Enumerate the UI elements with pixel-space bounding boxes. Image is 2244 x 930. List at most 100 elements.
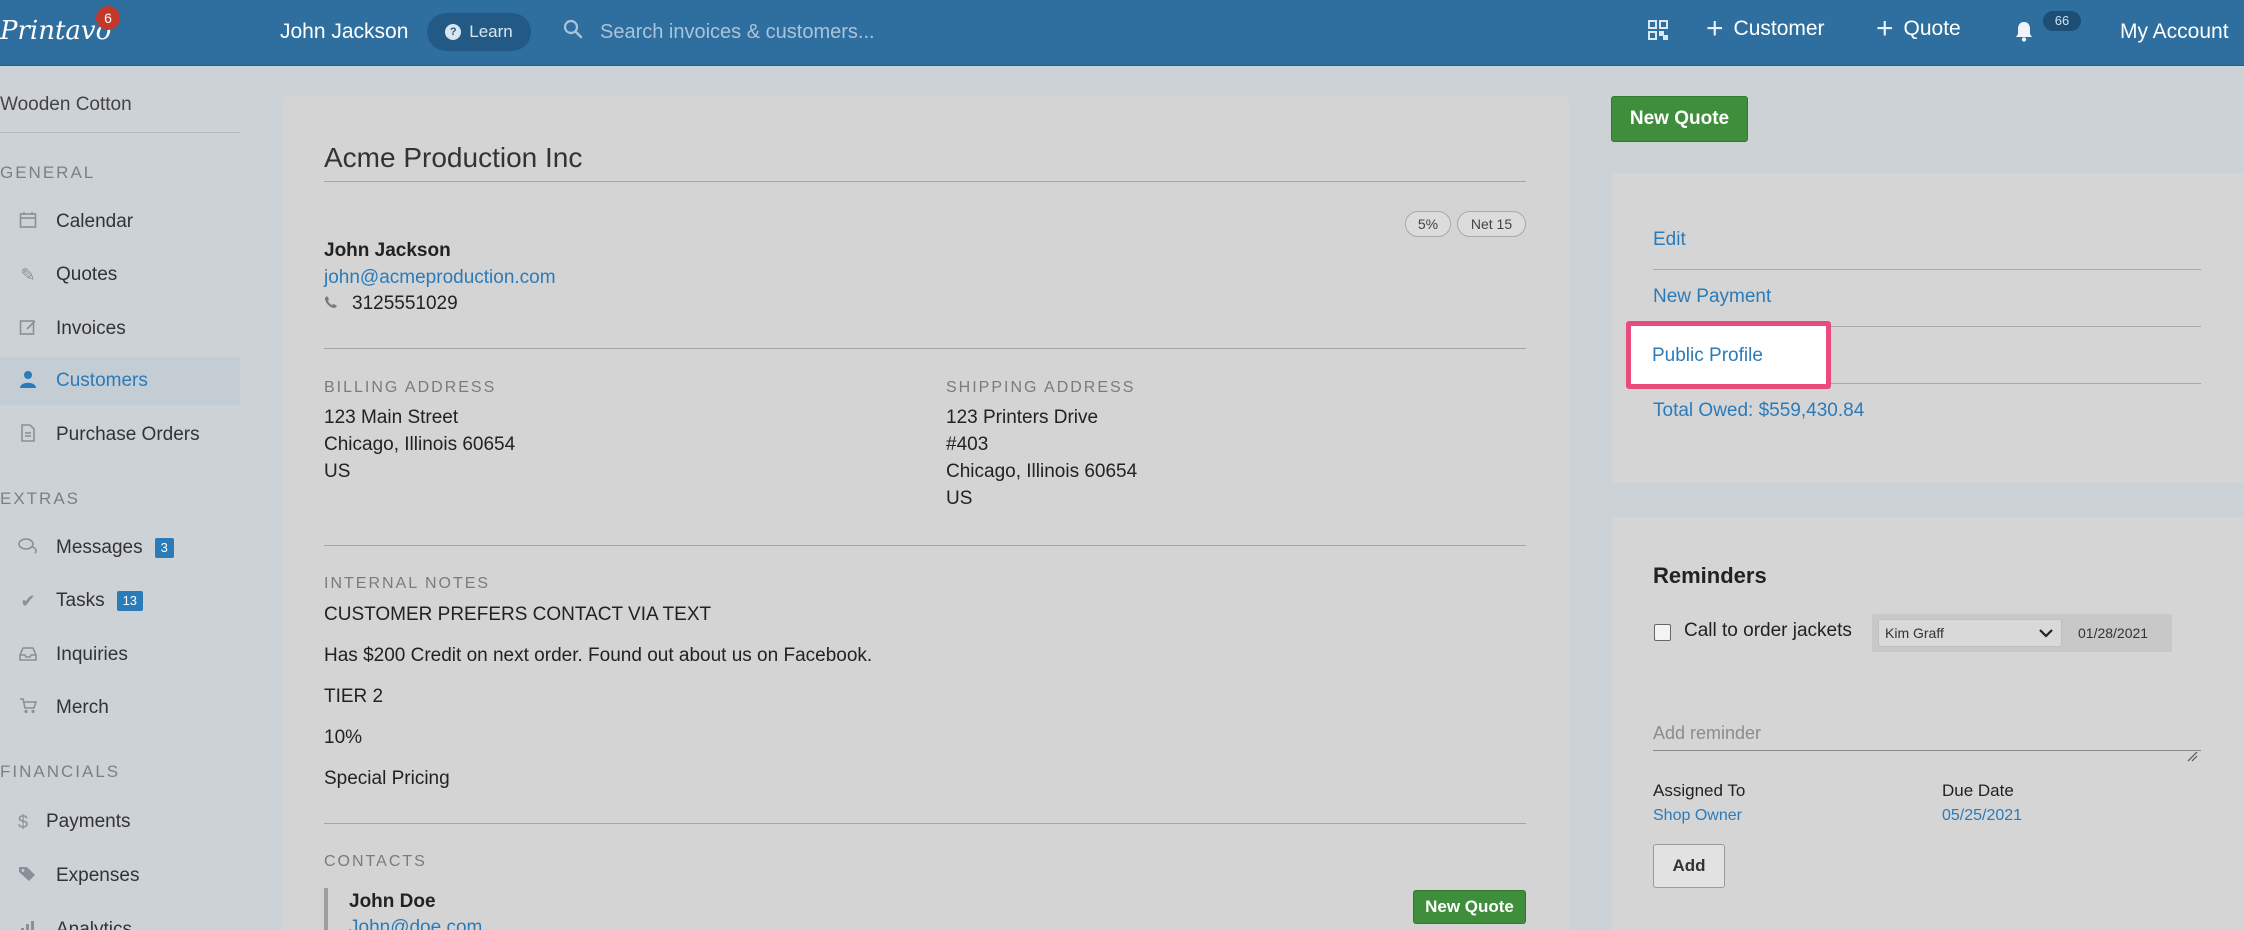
reminder-assignee-select[interactable]: Kim Graff (1878, 619, 2062, 647)
contact-card-name: John Doe (349, 891, 436, 912)
assignee-value: Kim Graff (1885, 625, 1944, 641)
contact-email-link[interactable]: john@acmeproduction.com (324, 267, 556, 289)
add-reminder-input[interactable] (1653, 717, 2201, 751)
note-line: Special Pricing (324, 768, 450, 789)
section-heading-extras: EXTRAS (0, 489, 81, 508)
sidebar-item-label: Payments (46, 811, 131, 832)
sidebar-item-label: Analytics (56, 919, 133, 930)
assigned-to-value[interactable]: Shop Owner (1653, 807, 1742, 825)
sidebar-item-quotes[interactable]: ✎ Quotes (0, 251, 240, 299)
divider (1653, 269, 2201, 270)
sidebar-item-label: Invoices (56, 318, 126, 339)
shipping-address: 123 Printers Drive #403 Chicago, Illinoi… (946, 404, 1137, 512)
file-icon (17, 423, 39, 447)
edit-icon (17, 318, 39, 341)
divider (324, 545, 1526, 546)
note-line: 10% (324, 727, 363, 748)
sidebar-item-messages[interactable]: Messages 3 (0, 524, 240, 572)
note-line: CUSTOMER PREFERS CONTACT VIA TEXT (324, 604, 712, 625)
plus-icon: + (1876, 12, 1894, 45)
new-quote-nav-label: Quote (1903, 17, 1961, 40)
divider (324, 181, 1526, 182)
chevron-down-icon (2039, 625, 2053, 641)
contact-card-accent (324, 888, 328, 930)
my-account-link[interactable]: My Account (2120, 20, 2229, 44)
bar-chart-icon (17, 920, 39, 930)
top-navbar: Printavo 6 John Jackson ? Learn + Custom… (0, 0, 2244, 66)
section-heading-general: GENERAL (0, 163, 96, 182)
reminder-date: 01/28/2021 (2078, 625, 2149, 641)
new-quote-button[interactable]: New Quote (1611, 96, 1748, 142)
sidebar-item-tasks[interactable]: ✔ Tasks 13 (0, 577, 240, 625)
billing-address: 123 Main Street Chicago, Illinois 60654 … (324, 404, 515, 485)
search-icon (563, 19, 583, 44)
tasks-count-badge: 13 (116, 591, 144, 611)
phone-icon (324, 293, 338, 315)
sidebar-item-label: Merch (56, 697, 109, 718)
tags-icon (17, 866, 39, 887)
calendar-icon (17, 211, 39, 234)
contact-name: John Jackson (324, 240, 451, 261)
learn-button[interactable]: ? Learn (427, 13, 531, 51)
address-line: US (324, 461, 351, 482)
pencil-icon: ✎ (20, 264, 36, 285)
logo-notification-badge: 6 (96, 6, 120, 30)
note-line: Has $200 Credit on next order. Found out… (324, 645, 873, 666)
sidebar-item-label: Tasks (56, 590, 105, 611)
sidebar-item-label: Customers (56, 370, 148, 391)
total-owed-link[interactable]: Total Owed: $559,430.84 (1653, 400, 1864, 422)
new-payment-link[interactable]: New Payment (1653, 286, 1771, 308)
sidebar-item-payments[interactable]: $ Payments (0, 798, 240, 846)
user-name[interactable]: John Jackson (280, 20, 408, 44)
contact-phone: 3125551029 (324, 293, 458, 315)
chat-icon (17, 537, 39, 559)
sidebar-item-merch[interactable]: Merch (0, 684, 240, 732)
question-icon: ? (445, 24, 462, 40)
check-icon: ✔ (20, 590, 36, 611)
note-line: TIER 2 (324, 686, 384, 707)
divider (324, 348, 1526, 349)
edit-link[interactable]: Edit (1653, 229, 1686, 251)
customer-title: Acme Production Inc (324, 142, 583, 173)
phone-number: 3125551029 (352, 293, 458, 314)
new-quote-nav-button[interactable]: + Quote (1876, 12, 1961, 45)
due-date-label: Due Date (1942, 781, 2014, 800)
inbox-icon (17, 645, 39, 666)
contact-card-email[interactable]: John@doe.com (349, 917, 482, 930)
customer-detail-card: Acme Production Inc 5% Net 15 John Jacks… (283, 96, 1569, 930)
address-line: 123 Main Street (324, 407, 459, 428)
reminders-card: Reminders Call to order jackets Kim Graf… (1612, 517, 2244, 930)
discount-tag: 5% (1405, 211, 1451, 237)
shipping-address-label: SHIPPING ADDRESS (946, 379, 1136, 396)
dollar-icon: $ (17, 811, 28, 832)
notifications-badge: 66 (2043, 11, 2081, 31)
resize-handle-icon[interactable] (2186, 749, 2198, 767)
sidebar-item-invoices[interactable]: Invoices (0, 305, 240, 353)
user-icon (17, 370, 39, 393)
address-line: Chicago, Illinois 60654 (946, 461, 1138, 482)
public-profile-link[interactable]: Public Profile (1652, 345, 1763, 367)
reminder-text: Call to order jackets (1684, 620, 1852, 641)
messages-count-badge: 3 (154, 538, 174, 558)
sidebar-item-expenses[interactable]: Expenses (0, 852, 240, 900)
sidebar: Wooden Cotton GENERAL Calendar ✎ Quotes … (0, 67, 240, 930)
due-date-value[interactable]: 05/25/2021 (1942, 807, 2022, 825)
address-line: 123 Printers Drive (946, 407, 1099, 428)
search-input[interactable] (600, 14, 1160, 50)
sidebar-item-purchase-orders[interactable]: Purchase Orders (0, 411, 240, 459)
contact-new-quote-button[interactable]: New Quote (1413, 890, 1526, 924)
sidebar-item-analytics[interactable]: Analytics (0, 906, 240, 930)
sidebar-item-inquiries[interactable]: Inquiries (0, 631, 240, 679)
add-reminder-button[interactable]: Add (1653, 844, 1725, 888)
address-line: US (946, 488, 973, 509)
sidebar-item-calendar[interactable]: Calendar (0, 198, 240, 246)
printavo-logo[interactable]: Printavo (0, 16, 111, 46)
new-customer-label: Customer (1733, 17, 1825, 40)
new-customer-button[interactable]: + Customer (1706, 14, 1825, 44)
address-line: Chicago, Illinois 60654 (324, 434, 516, 455)
reminder-checkbox[interactable] (1654, 624, 1671, 641)
sidebar-item-label: Inquiries (56, 644, 128, 665)
sidebar-item-customers[interactable]: Customers (0, 357, 240, 405)
bell-icon[interactable] (2014, 20, 2034, 47)
qr-code-icon[interactable] (1648, 20, 1668, 45)
